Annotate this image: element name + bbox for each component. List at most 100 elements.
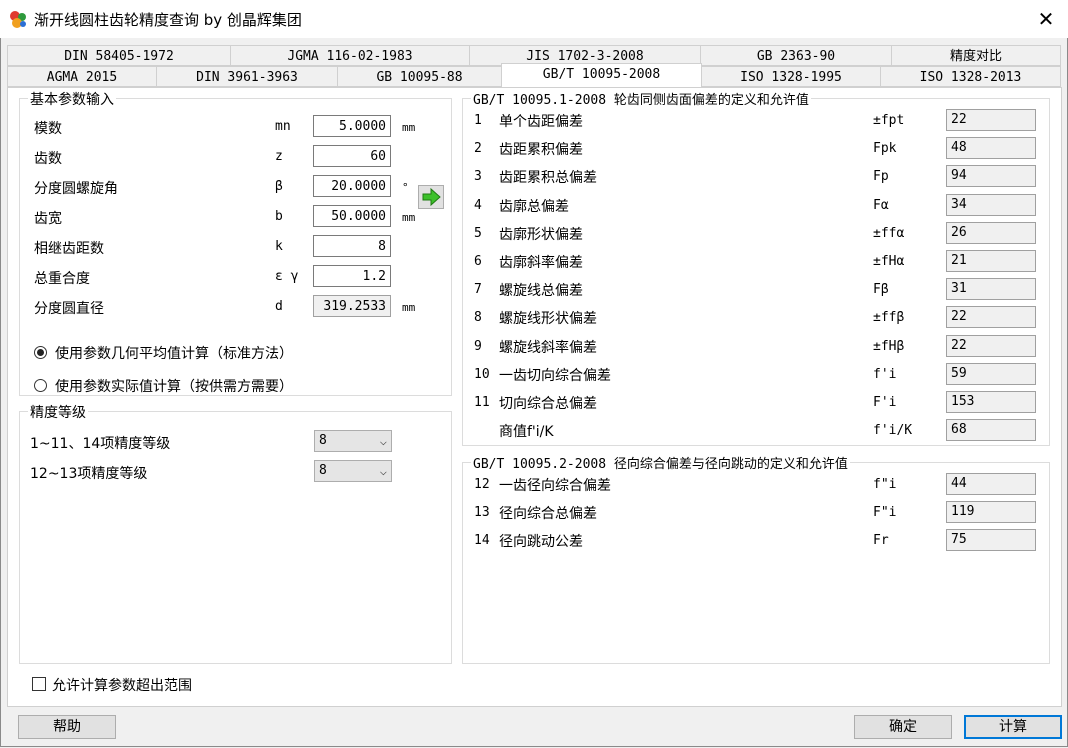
- result-value: 44: [946, 473, 1036, 495]
- precision-grade-group: 精度等级 1~11、14项精度等级 8 ⌵ 12~13项精度等级 8 ⌵: [19, 402, 452, 664]
- param-label: 模数: [34, 121, 62, 137]
- allow-out-of-range-checkbox[interactable]: [32, 677, 46, 691]
- grade-12-13-select[interactable]: 8 ⌵: [314, 460, 392, 482]
- result-value: 48: [946, 137, 1036, 160]
- apply-arrow-button[interactable]: [418, 185, 444, 209]
- result-index: 14: [474, 533, 490, 548]
- grade-12-13-value: 8: [319, 463, 327, 478]
- param-symbol: z: [275, 149, 283, 164]
- grade-12-13-label: 12~13项精度等级: [30, 466, 148, 482]
- result-name: 径向跳动公差: [499, 534, 583, 550]
- param-label: 齿宽: [34, 211, 62, 227]
- result-name: 齿廓总偏差: [499, 198, 569, 215]
- result-name: 螺旋线斜率偏差: [499, 339, 597, 356]
- result-symbol: f'i: [873, 366, 897, 382]
- title-bar: 渐开线圆柱齿轮精度查询 by 创晶辉集团 ✕: [0, 0, 1068, 38]
- help-button[interactable]: 帮助: [18, 715, 116, 739]
- result-name: 螺旋线总偏差: [499, 283, 583, 300]
- allow-out-of-range-label: 允许计算参数超出范围: [52, 678, 192, 694]
- grade-1-11-value: 8: [319, 433, 327, 448]
- result-symbol: Fβ: [873, 282, 889, 298]
- result-index: 11: [474, 395, 490, 410]
- result-index: 13: [474, 505, 490, 520]
- result-name: 螺旋线形状偏差: [499, 311, 597, 328]
- result-index: 3: [474, 169, 482, 185]
- part2-results-group: GB/T 10095.2-2008 径向综合偏差与径向跳动的定义和允许值 12 一…: [462, 453, 1050, 664]
- right-arrow-icon: [422, 187, 441, 207]
- param-input[interactable]: [313, 295, 391, 317]
- param-unit: mm: [402, 121, 416, 134]
- tab-gb-t-10095-2008[interactable]: GB/T 10095-2008: [501, 63, 702, 87]
- param-input[interactable]: [313, 115, 391, 137]
- param-symbol: k: [275, 239, 283, 254]
- close-button[interactable]: ✕: [1024, 0, 1068, 38]
- result-index: 7: [474, 282, 482, 298]
- tab-din-58405-1972[interactable]: DIN 58405-1972: [7, 45, 231, 66]
- chevron-down-icon: ⌵: [379, 434, 387, 448]
- tab-jgma-116-02-1983[interactable]: JGMA 116-02-1983: [230, 45, 470, 66]
- result-value: 68: [946, 419, 1036, 442]
- tab-iso-1328-1995[interactable]: ISO 1328-1995: [701, 66, 881, 87]
- window-title: 渐开线圆柱齿轮精度查询 by 创晶辉集团: [34, 11, 302, 29]
- param-input[interactable]: [313, 145, 391, 167]
- result-name: 齿廓形状偏差: [499, 226, 583, 243]
- result-value: 22: [946, 109, 1036, 131]
- param-input[interactable]: [313, 235, 391, 257]
- result-index: 4: [474, 197, 482, 213]
- result-index: 8: [474, 310, 482, 326]
- grade-1-11-select[interactable]: 8 ⌵: [314, 430, 392, 452]
- param-input[interactable]: [313, 205, 391, 227]
- result-symbol: f"i: [873, 477, 897, 492]
- result-name: 径向综合总偏差: [499, 506, 597, 522]
- result-name: 齿距累积偏差: [499, 142, 583, 159]
- tab-gb-2363-90[interactable]: GB 2363-90: [700, 45, 892, 66]
- part2-title: GB/T 10095.2-2008 径向综合偏差与径向跳动的定义和允许值: [471, 453, 850, 472]
- param-symbol: d: [275, 299, 283, 314]
- result-symbol: ±fHα: [873, 254, 905, 269]
- result-value: 21: [946, 250, 1036, 272]
- tab-[interactable]: 精度对比: [891, 45, 1061, 66]
- result-index: 12: [474, 477, 490, 492]
- result-name: 商值f'i/K: [499, 424, 554, 441]
- param-unit: mm: [402, 301, 416, 314]
- param-label: 齿数: [34, 151, 62, 167]
- radio-actual-value[interactable]: [34, 379, 47, 392]
- result-value: 119: [946, 501, 1036, 523]
- result-value: 94: [946, 165, 1036, 188]
- param-symbol: ε γ: [275, 269, 299, 284]
- result-value: 34: [946, 193, 1036, 216]
- param-label: 分度圆直径: [34, 301, 104, 317]
- tab-din-3961-3963[interactable]: DIN 3961-3963: [156, 66, 338, 87]
- calculate-button[interactable]: 计算: [964, 715, 1062, 739]
- part1-results-group: GB/T 10095.1-2008 轮齿同侧齿面偏差的定义和允许值 1 单个齿距偏…: [462, 89, 1050, 446]
- tab-gb-10095-88[interactable]: GB 10095-88: [337, 66, 502, 87]
- param-unit: °: [402, 181, 409, 194]
- radio-geometric-mean[interactable]: [34, 346, 47, 359]
- result-value: 59: [946, 362, 1036, 385]
- result-name: 单个齿距偏差: [499, 114, 583, 130]
- tab-content-panel: 基本参数输入 模数 mn mm 齿数 z 分度圆螺旋角 β ° 齿宽 b mm 相继齿距数 k 总重合度 ε…: [7, 87, 1062, 707]
- part1-title: GB/T 10095.1-2008 轮齿同侧齿面偏差的定义和允许值: [471, 89, 811, 108]
- param-label: 相继齿距数: [34, 241, 104, 257]
- result-symbol: Fp: [873, 169, 889, 185]
- precision-grade-title: 精度等级: [28, 402, 88, 422]
- result-symbol: Fα: [873, 197, 889, 213]
- ok-button[interactable]: 确定: [854, 715, 952, 739]
- param-input[interactable]: [313, 265, 391, 287]
- param-input[interactable]: [313, 175, 391, 197]
- param-label: 总重合度: [34, 271, 90, 287]
- tab-agma-2015[interactable]: AGMA 2015: [7, 66, 157, 87]
- param-symbol: mn: [275, 119, 291, 134]
- grade-1-11-label: 1~11、14项精度等级: [30, 436, 171, 452]
- result-index: 2: [474, 141, 482, 157]
- tab-iso-1328-2013[interactable]: ISO 1328-2013: [880, 66, 1061, 87]
- result-index: 6: [474, 254, 482, 269]
- result-index: 5: [474, 225, 482, 241]
- radio-geometric-mean-label: 使用参数几何平均值计算（标准方法）: [55, 346, 293, 362]
- gear-app-icon: [10, 11, 26, 28]
- result-name: 一齿径向综合偏差: [499, 478, 611, 494]
- param-label: 分度圆螺旋角: [34, 181, 118, 197]
- result-symbol: ±ffβ: [873, 310, 905, 326]
- result-value: 22: [946, 334, 1036, 357]
- basic-params-group: 基本参数输入 模数 mn mm 齿数 z 分度圆螺旋角 β ° 齿宽 b mm 相继齿距数 k 总重合度 ε…: [19, 89, 452, 396]
